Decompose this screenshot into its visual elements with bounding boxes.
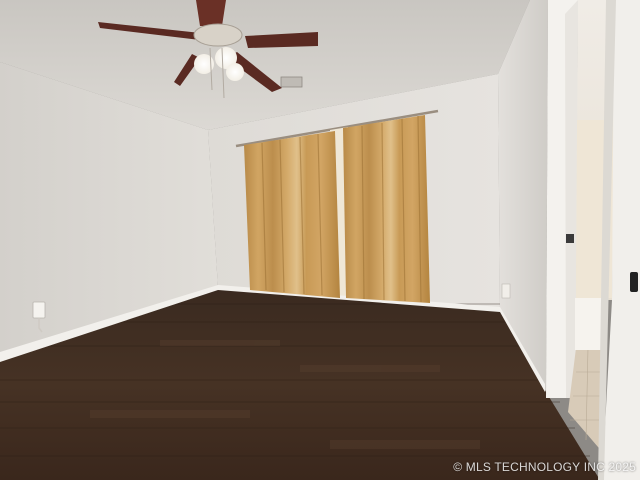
wall-outlet-right [501, 283, 511, 299]
wall-outlet [32, 301, 46, 319]
curtain-left [244, 131, 340, 298]
door-knob [630, 272, 638, 292]
ceiling-vent [280, 76, 303, 88]
listing-photo: © MLS TECHNOLOGY INC 2025 [0, 0, 640, 480]
curtain-right [343, 115, 430, 303]
door-latch [566, 234, 574, 243]
bedroom-photo [0, 0, 640, 480]
watermark: © MLS TECHNOLOGY INC 2025 [453, 460, 636, 474]
